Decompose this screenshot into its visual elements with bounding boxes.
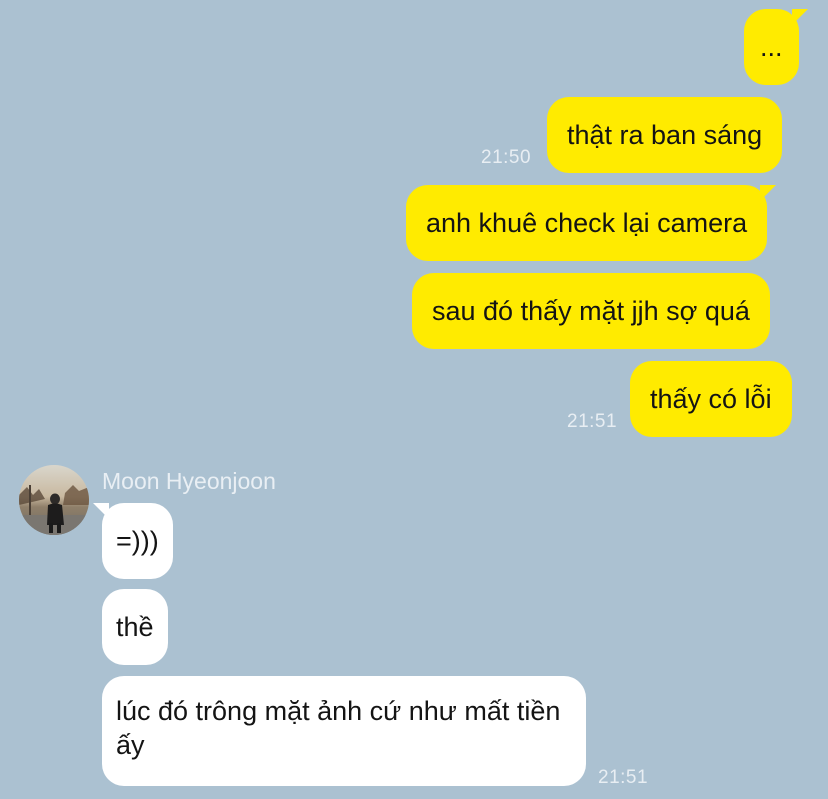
incoming-message-bubble[interactable]: thề (102, 589, 168, 665)
message-text: lúc đó trông mặt ảnh cứ như mất tiền ấy (116, 696, 561, 760)
message-text: sau đó thấy mặt jjh sợ quá (432, 296, 750, 326)
sender-avatar[interactable] (19, 465, 89, 535)
message-text: =))) (116, 526, 159, 556)
message-text: thấy có lỗi (650, 384, 772, 414)
outgoing-message-bubble[interactable]: thấy có lỗi (630, 361, 792, 437)
incoming-message-bubble[interactable]: =))) (93, 503, 173, 579)
message-text: thề (116, 612, 154, 642)
outgoing-message-bubble[interactable]: anh khuê check lại camera (406, 185, 777, 261)
message-timestamp: 21:51 (598, 767, 649, 788)
message-text: anh khuê check lại camera (426, 208, 748, 238)
chat-room: ... 21:50 thật ra ban sáng anh khuê chec… (0, 0, 828, 799)
message-timestamp: 21:51 (567, 411, 618, 432)
message-text: ... (760, 32, 783, 62)
incoming-message-bubble[interactable]: lúc đó trông mặt ảnh cứ như mất tiền ấy (102, 676, 586, 786)
outgoing-message-bubble[interactable]: sau đó thấy mặt jjh sợ quá (412, 273, 770, 349)
message-timestamp: 21:50 (481, 147, 532, 168)
sender-name: Moon Hyeonjoon (102, 468, 276, 494)
profile-photo-avatar-icon (19, 465, 89, 535)
message-text: thật ra ban sáng (567, 120, 763, 150)
outgoing-message-bubble[interactable]: thật ra ban sáng (547, 97, 783, 173)
outgoing-message-bubble[interactable]: ... (744, 9, 807, 85)
